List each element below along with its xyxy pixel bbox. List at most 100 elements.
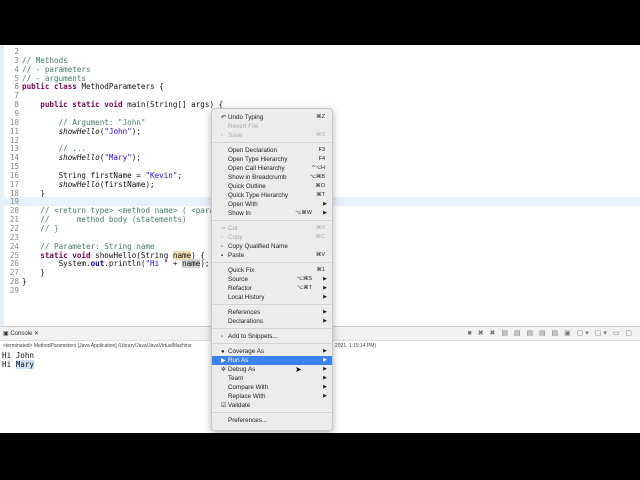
submenu-arrow-icon: ▶ — [323, 285, 327, 291]
shortcut-label: ⌘C — [315, 234, 325, 240]
menu-item-revert-file[interactable]: Revert File — [212, 122, 332, 131]
code-token: // method body (statements) — [22, 215, 187, 225]
code-token: } — [22, 188, 45, 198]
code-token: showHello — [58, 126, 100, 136]
code-token: (firstName); — [99, 179, 155, 189]
console-toolbar[interactable]: ■ ✖ ✖ ▤ ▤ ▤ ▤ ▤ ▣ ▢▾ ▢▾ ▭ ▢ — [468, 327, 634, 341]
line-number: 14 — [9, 153, 19, 163]
code-token: // Methods — [22, 55, 68, 65]
code-token: name — [182, 259, 201, 269]
paste-icon: ▪ — [221, 253, 224, 259]
line-number: 4 — [14, 64, 19, 74]
shortcut-label: ⌥⌘T — [296, 285, 312, 291]
menu-separator — [212, 343, 332, 344]
menu-item-open-type-hierarchy[interactable]: Open Type Hierarchy F4 — [212, 155, 332, 164]
menu-item-compare-with[interactable]: Compare With ▶ — [212, 383, 332, 392]
code-line: 5// - arguments — [0, 74, 640, 83]
code-token: // } — [22, 224, 59, 233]
submenu-arrow-icon: ▶ — [323, 375, 327, 381]
mouse-cursor-icon: ➤ — [295, 365, 302, 374]
menu-item-quick-outline[interactable]: Quick Outline ⌘O — [212, 182, 332, 191]
menu-item-cut[interactable]: ✂ Cut ⌘X — [212, 224, 332, 233]
menu-item-label: Preferences... — [228, 417, 268, 424]
line-number: 21 — [9, 215, 19, 225]
line-number: 18 — [9, 188, 19, 198]
code-token: // Argument: "John" — [22, 117, 146, 127]
code-token: public class — [22, 82, 82, 92]
menu-item-open-call-hierarchy[interactable]: Open Call Hierarchy ^⌥H — [212, 164, 332, 173]
menu-item-label: Declarations — [228, 318, 263, 325]
menu-item-preferences[interactable]: Preferences... — [212, 416, 332, 425]
menu-separator — [212, 262, 332, 263]
shortcut-label: F3 — [318, 147, 325, 153]
menu-item-quick-type-hierarchy[interactable]: Quick Type Hierarchy ⌘T — [212, 191, 332, 200]
line-number: 3 — [14, 55, 19, 65]
line-number: 17 — [9, 179, 19, 189]
menu-item-label: Open With — [228, 201, 258, 208]
line-number: 26 — [9, 259, 19, 269]
menu-item-coverage-as[interactable]: ● Coverage As ▶ — [212, 347, 332, 356]
menu-item-label: Coverage As — [228, 348, 265, 355]
line-number: 28 — [9, 277, 19, 287]
selected-text: Mary — [15, 360, 35, 369]
menu-item-debug-as[interactable]: ✲ Debug As ▶ — [212, 365, 332, 374]
submenu-arrow-icon: ▶ — [323, 318, 327, 324]
shortcut-label: ⌘S — [315, 132, 325, 138]
menu-item-undo-typing[interactable]: ↶ Undo Typing ⌘Z — [212, 113, 332, 122]
menu-item-copy[interactable]: ▫ Copy ⌘C — [212, 233, 332, 242]
menu-item-show-in-breadcrumb[interactable]: Show in Breadcrumb ⌥⌘B — [212, 173, 332, 182]
menu-item-refactor[interactable]: Refactor ⌥⌘T ▶ — [212, 284, 332, 293]
menu-item-label: Copy Qualified Name — [228, 243, 288, 250]
menu-item-paste[interactable]: ▪ Paste ⌘V — [212, 251, 332, 260]
menu-separator — [212, 412, 332, 413]
shortcut-label: ⌘X — [315, 225, 325, 231]
menu-item-team[interactable]: Team ▶ — [212, 374, 332, 383]
code-token: ) { — [191, 250, 205, 260]
menu-item-open-declaration[interactable]: Open Declaration F3 — [212, 146, 332, 155]
shortcut-label: ⌘O — [315, 183, 325, 189]
menu-item-label: Local History — [228, 294, 265, 301]
menu-item-references[interactable]: References ▶ — [212, 308, 332, 317]
menu-item-run-as[interactable]: ▶ Run As ▶ — [212, 356, 332, 365]
line-number: 16 — [9, 170, 19, 180]
line-number: 13 — [9, 144, 19, 154]
shortcut-label: ⌘Z — [316, 114, 325, 120]
submenu-arrow-icon: ▶ — [323, 309, 327, 315]
code-token: public static void — [22, 100, 128, 110]
menu-item-label: Open Declaration — [228, 147, 278, 154]
code-token: main(String[] args) { — [127, 100, 224, 110]
menu-item-local-history[interactable]: Local History ▶ — [212, 293, 332, 302]
code-token: "Kevin" — [145, 170, 178, 180]
menu-item-add-to-snippets[interactable]: ▫ Add to Snippets... — [212, 332, 332, 341]
menu-separator — [212, 304, 332, 305]
line-number: 29 — [9, 285, 19, 295]
menu-item-source[interactable]: Source ⌥⌘S ▶ — [212, 275, 332, 284]
code-line: 2 — [0, 47, 640, 56]
close-icon[interactable]: ✕ — [34, 331, 39, 337]
line-number: 8 — [14, 100, 19, 110]
menu-item-copy-qualified-name[interactable]: ▫ Copy Qualified Name — [212, 242, 332, 251]
console-status-time: 2021, 1:15:14 PM) — [335, 343, 377, 349]
shortcut-label: F4 — [318, 156, 325, 162]
code-token: // <return type> <method name> ( <para — [22, 206, 215, 216]
menu-item-show-in[interactable]: Show In ⌥⌘W ▶ — [212, 209, 332, 218]
menu-item-save[interactable]: ▫ Save ⌘S — [212, 131, 332, 140]
menu-item-label: Run As — [228, 357, 249, 364]
menu-separator — [212, 142, 332, 143]
menu-item-label: Quick Outline — [228, 183, 266, 190]
menu-item-quick-fix[interactable]: Quick Fix ⌘1 — [212, 266, 332, 275]
code-token: ); — [131, 126, 141, 136]
console-tab[interactable]: ▣ Console ✕ — [3, 327, 39, 341]
code-token: // ... — [22, 144, 87, 154]
menu-item-declarations[interactable]: Declarations ▶ — [212, 317, 332, 326]
menu-item-open-with[interactable]: Open With ▶ — [212, 200, 332, 209]
menu-item-label: Open Type Hierarchy — [228, 156, 288, 163]
menu-item-label: Undo Typing — [228, 114, 264, 121]
menu-item-replace-with[interactable]: Replace With ▶ — [212, 392, 332, 401]
shortcut-label: ^⌥H — [312, 165, 325, 171]
menu-item-label: Cut — [228, 225, 238, 232]
menu-item-validate[interactable]: ☑ Validate — [212, 401, 332, 410]
shortcut-label: ⌘T — [316, 192, 325, 198]
